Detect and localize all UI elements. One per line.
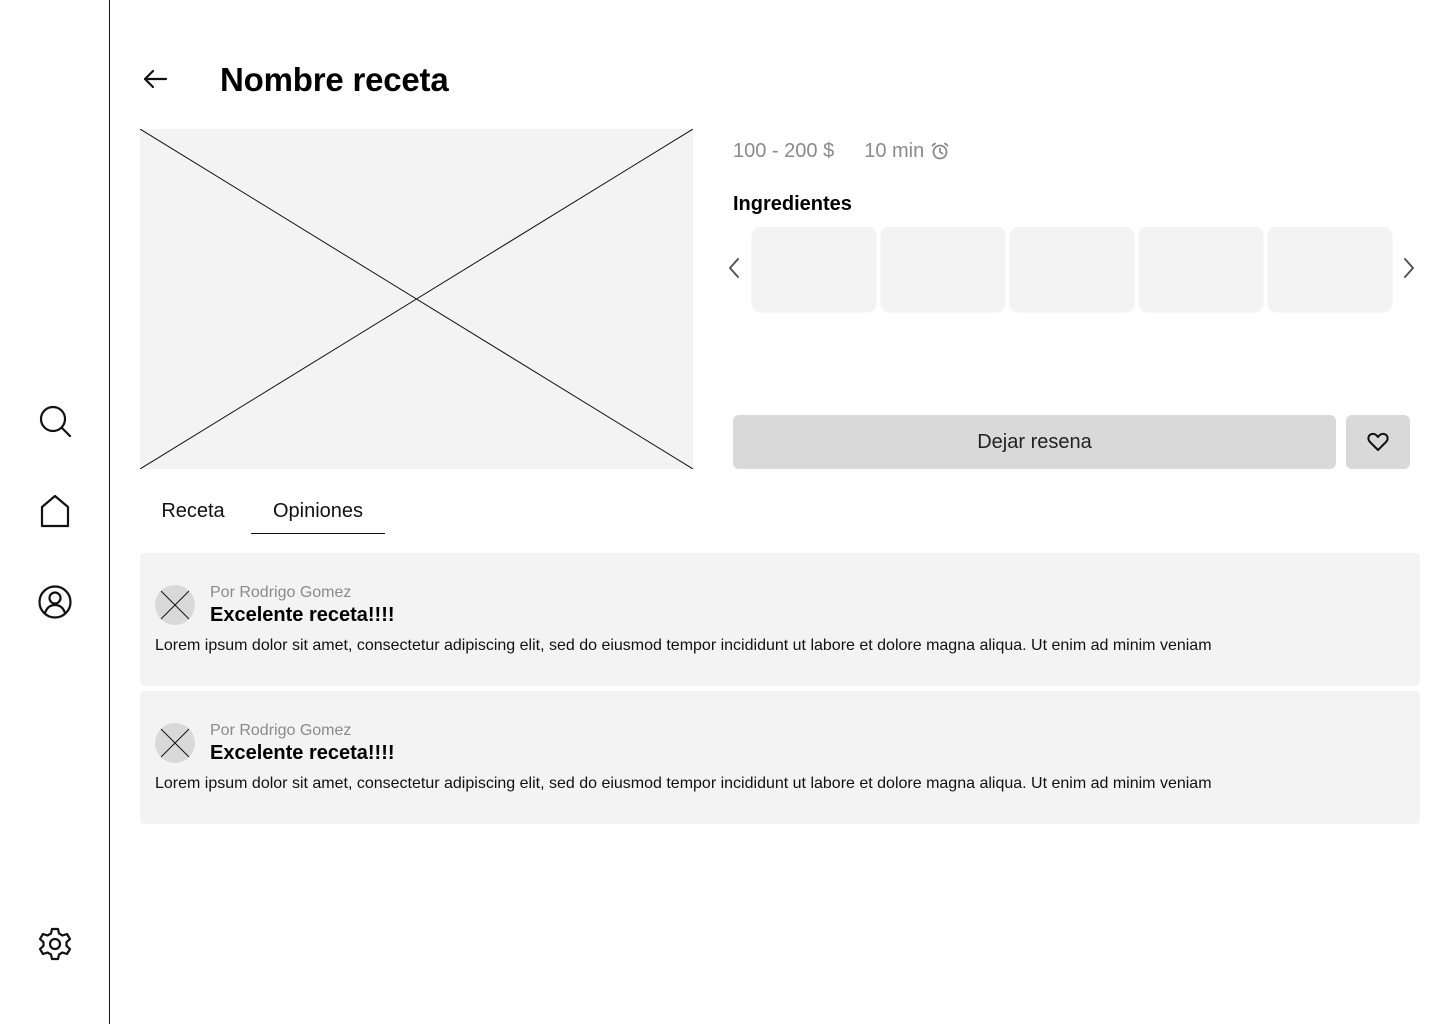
sidebar (0, 0, 110, 1024)
chevron-left-icon (729, 258, 739, 278)
carousel-prev-button[interactable] (726, 255, 742, 281)
ingredient-card[interactable] (1139, 227, 1263, 311)
ingredient-card[interactable] (1268, 227, 1392, 311)
comment-title: Excelente receta!!!! (210, 604, 395, 626)
price-range: 100 - 200 $ (733, 139, 835, 162)
comment-author: Por Rodrigo Gomez (210, 722, 352, 739)
comment-title: Excelente receta!!!! (210, 742, 395, 764)
ingredient-card[interactable] (881, 227, 1005, 311)
prep-time-label: 10 min (864, 139, 925, 162)
prep-time: 10 min (864, 140, 950, 163)
comment-author: Por Rodrigo Gomez (210, 584, 352, 601)
comment-card: Por Rodrigo Gomez Excelente receta!!!! L… (140, 553, 1420, 686)
chevron-right-icon (1404, 258, 1414, 278)
gear-icon[interactable] (36, 925, 74, 963)
favorite-button[interactable] (1346, 415, 1410, 469)
recipe-meta: 100 - 200 $ 10 min (733, 138, 950, 164)
profile-icon[interactable] (36, 583, 74, 621)
back-button[interactable] (140, 64, 170, 94)
comment-body: Lorem ipsum dolor sit amet, consectetur … (155, 775, 1212, 792)
alarm-clock-icon (931, 142, 949, 160)
recipe-image-placeholder (140, 129, 693, 469)
carousel-next-button[interactable] (1401, 255, 1417, 281)
tab-label: Opiniones (272, 500, 364, 522)
ingredients-heading: Ingredientes (733, 193, 852, 215)
ingredient-card[interactable] (752, 227, 876, 311)
leave-review-button[interactable]: Dejar resena (733, 415, 1336, 469)
tab-label: Receta (161, 500, 225, 522)
page-title: Nombre receta (220, 61, 449, 98)
ingredient-card[interactable] (1010, 227, 1134, 311)
search-icon[interactable] (36, 402, 74, 440)
arrow-left-icon (143, 69, 168, 89)
comment-card: Por Rodrigo Gomez Excelente receta!!!! L… (140, 691, 1420, 824)
heart-icon (1367, 432, 1389, 451)
home-icon[interactable] (36, 492, 74, 530)
ingredients-carousel (752, 227, 1392, 311)
comment-body: Lorem ipsum dolor sit amet, consectetur … (155, 637, 1212, 654)
avatar (155, 723, 195, 763)
tab-opiniones[interactable]: Opiniones (251, 500, 385, 534)
avatar (155, 585, 195, 625)
tab-receta[interactable]: Receta (160, 500, 226, 534)
